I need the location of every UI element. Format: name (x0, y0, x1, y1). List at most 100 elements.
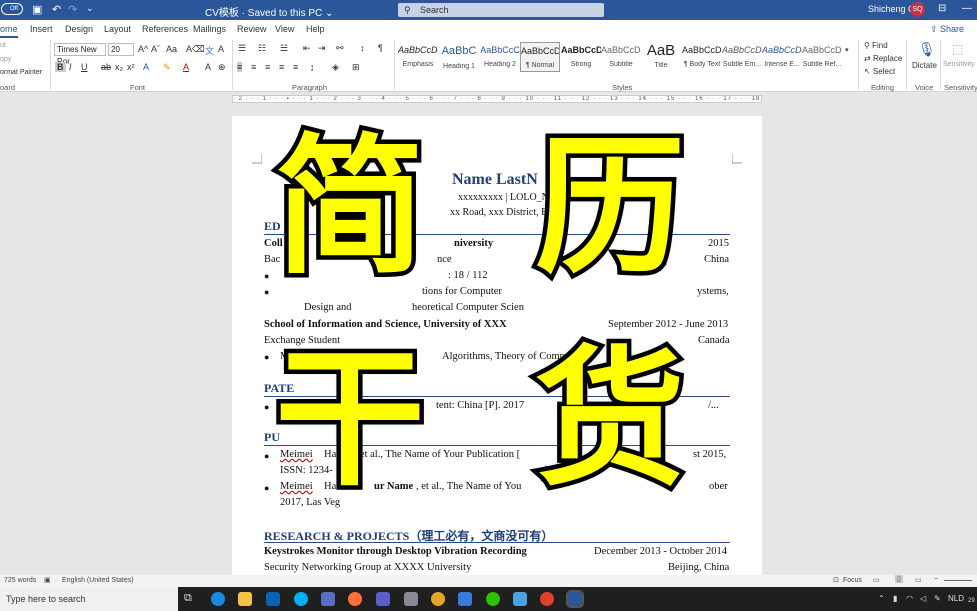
language-indicator[interactable]: English (United States) (62, 577, 134, 584)
decrease-indent-icon[interactable]: ⇤ (303, 43, 311, 54)
copy-button[interactable]: opy (0, 56, 11, 63)
clear-format-icon[interactable]: A⌫ (186, 44, 205, 55)
bold-button[interactable]: B (55, 62, 66, 72)
tab-home[interactable]: ome (0, 24, 18, 38)
multilevel-list-icon[interactable]: ☱ (280, 43, 288, 54)
file-explorer-icon[interactable] (238, 592, 252, 606)
phonetic-guide-icon[interactable]: 文 (205, 44, 214, 57)
firefox-icon[interactable] (348, 592, 362, 606)
avatar[interactable]: SQ (910, 2, 925, 17)
language-tray[interactable]: NLD (948, 594, 964, 603)
tab-references[interactable]: References (142, 24, 188, 34)
font-name-box[interactable]: Times New Ror (54, 43, 106, 66)
word-count[interactable]: 725 words (4, 577, 36, 584)
share-button[interactable]: ⇪ Share (930, 24, 964, 35)
enclose-char-icon[interactable]: ⊕ (218, 62, 226, 73)
tab-layout[interactable]: Layout (104, 24, 131, 34)
sort-icon[interactable]: ↕ (360, 43, 365, 53)
font-color-icon[interactable]: A (183, 62, 189, 72)
dictate-button[interactable]: Dictate (912, 61, 937, 70)
numbering-icon[interactable]: ☷ (258, 43, 266, 54)
sensitivity-icon[interactable]: ⬚ (952, 42, 963, 56)
print-layout-icon[interactable]: ▯ (895, 575, 903, 583)
text-effects-icon[interactable]: A (143, 62, 149, 72)
autosave-toggle[interactable]: Off (1, 3, 23, 15)
chrome-icon[interactable] (431, 592, 445, 606)
tab-view[interactable]: View (275, 24, 294, 34)
change-case-icon[interactable]: Aa (166, 44, 177, 54)
style-normal[interactable]: AaBbCcDd ¶ Normal (520, 42, 560, 72)
app-icon[interactable] (513, 592, 527, 606)
tab-help[interactable]: Help (306, 24, 325, 34)
paragraph-shading-icon[interactable]: ◈ (332, 62, 339, 73)
tray-chevron-icon[interactable]: ⌃ (878, 594, 885, 603)
task-view-icon[interactable]: ⧉ (184, 592, 192, 605)
focus-button[interactable]: Focus (843, 577, 862, 584)
style-heading-1[interactable]: AaBbC Heading 1 (439, 42, 479, 72)
web-layout-icon[interactable]: ▭ (915, 576, 922, 584)
sensitivity-button[interactable]: Sensitivity (943, 61, 975, 68)
shading-icon[interactable]: A (205, 62, 211, 72)
tab-insert[interactable]: Insert (30, 24, 53, 34)
teams-icon[interactable] (376, 592, 390, 606)
line-spacing-icon[interactable]: ↨ (310, 62, 315, 72)
app-icon[interactable] (540, 592, 554, 606)
style-subtitle[interactable]: AaBbCcDc Subtitle (601, 42, 641, 72)
find-button[interactable]: ⚲ Find (864, 41, 888, 50)
clock[interactable]: 29 (968, 598, 975, 604)
increase-indent-icon[interactable]: ⇥ (318, 43, 326, 54)
style-subtle-reference[interactable]: AaBbCcDd Subtle Ref... (802, 42, 842, 72)
network-icon[interactable]: ◠ (906, 594, 913, 603)
style-strong[interactable]: AaBbCcDd Strong (561, 42, 601, 72)
strikethrough-button[interactable]: ab (101, 62, 111, 72)
subscript-button[interactable]: x₂ (115, 62, 123, 72)
redo-icon[interactable]: ↷ (68, 3, 77, 16)
grow-font-icon[interactable]: A^ (138, 44, 148, 54)
app-icon[interactable] (458, 592, 472, 606)
minimize-icon[interactable]: — (962, 3, 972, 14)
tab-design[interactable]: Design (65, 24, 93, 34)
underline-button[interactable]: U (81, 62, 88, 72)
bullets-icon[interactable]: ☰ (238, 43, 246, 54)
replace-button[interactable]: ⇄ Replace (864, 54, 902, 63)
tab-review[interactable]: Review (237, 24, 267, 34)
select-button[interactable]: ↖ Select (864, 67, 895, 76)
superscript-button[interactable]: x² (127, 62, 135, 72)
distributed-icon[interactable]: ≡ (293, 62, 298, 72)
tab-mailings[interactable]: Mailings (193, 24, 226, 34)
taskbar-search[interactable]: Type here to search (0, 587, 178, 611)
show-marks-icon[interactable]: ¶ (378, 43, 383, 53)
borders-icon[interactable]: ⊞ (352, 62, 360, 73)
style-emphasis[interactable]: AaBbCcDd Emphasis (398, 42, 438, 72)
skype-icon[interactable] (294, 592, 308, 606)
proofing-icon[interactable]: ▣ (44, 576, 51, 584)
customize-qat-icon[interactable]: ⌄ (86, 3, 94, 14)
align-right-icon[interactable]: ≡ (265, 62, 270, 72)
search-box[interactable]: ⚲ Search (398, 3, 604, 17)
style-subtle-emphasis[interactable]: AaBbCcDd Subtle Em... (722, 42, 762, 72)
undo-icon[interactable]: ↶ (52, 3, 61, 16)
highlight-icon[interactable]: ✎ (163, 62, 171, 73)
volume-icon[interactable]: ◁ (920, 594, 926, 603)
justify-icon[interactable]: ≡ (279, 62, 284, 72)
font-size-box[interactable]: 20 (108, 43, 134, 56)
italic-button[interactable]: I (69, 62, 72, 72)
cut-button[interactable]: ut (0, 42, 6, 49)
microphone-icon[interactable]: 🎙 (918, 41, 936, 58)
word-taskbar-icon[interactable] (566, 590, 584, 608)
styles-more-icon[interactable]: ▾ (845, 46, 849, 54)
asian-layout-icon[interactable]: ⚯ (336, 43, 344, 54)
zoom-out-icon[interactable]: − (934, 576, 938, 583)
edge-icon[interactable] (211, 592, 225, 606)
align-center-icon[interactable]: ≡ (251, 62, 256, 72)
focus-icon[interactable]: ⊡ (833, 576, 839, 584)
horizontal-ruler[interactable]: · 2 · · · 1 · · · ▪ · · · 1 · · · 2 · · … (0, 92, 977, 106)
pen-icon[interactable]: ✎ (934, 594, 941, 603)
align-left-icon[interactable]: ≡ (237, 62, 243, 72)
outlook-icon[interactable] (266, 592, 280, 606)
ribbon-display-icon[interactable]: ⊟ (938, 3, 946, 14)
read-mode-icon[interactable]: ▭ (873, 576, 880, 584)
wechat-icon[interactable] (486, 592, 500, 606)
style-intense-emphasis[interactable]: AaBbCcDd Intense E... (762, 42, 802, 72)
app-icon[interactable] (321, 592, 335, 606)
